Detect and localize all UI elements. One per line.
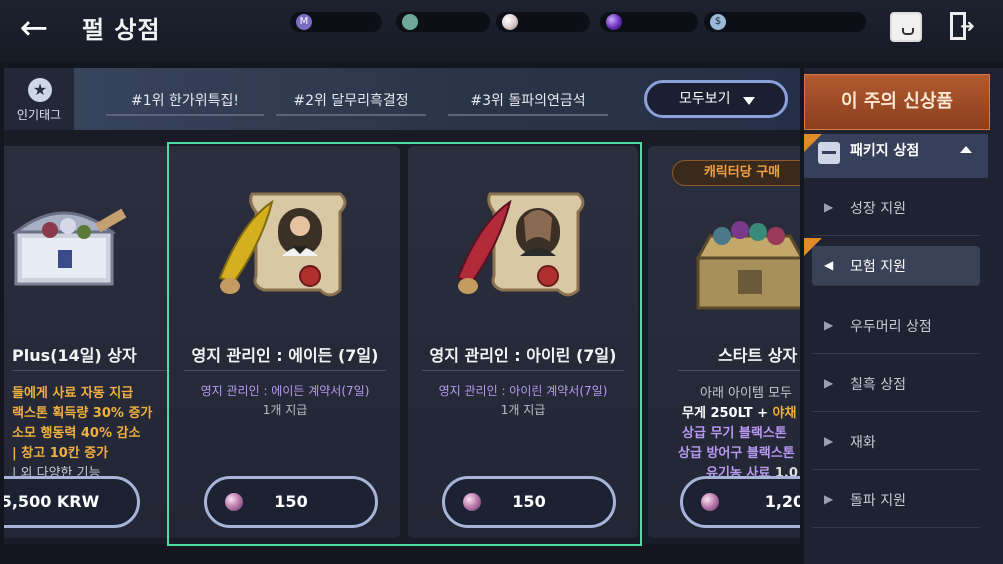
per-character-badge: 캐릭터당 구매: [672, 160, 800, 186]
product-qty: 1개 지급: [262, 403, 308, 417]
card-divider: [422, 370, 624, 371]
price-button[interactable]: 150: [442, 476, 616, 528]
product-item: 영지 관리인 : 아이린 계약서(7일): [438, 384, 608, 398]
price-label: 150: [512, 492, 546, 511]
popular-tag-panel: ★ 인기태그: [4, 68, 74, 130]
chevron-right-icon: ▶: [824, 434, 834, 448]
price-label: 5,500 KRW: [4, 492, 100, 511]
pearl-gem-icon: [701, 493, 719, 511]
back-arrow-icon[interactable]: ←: [12, 8, 56, 48]
sidebar-item-currency[interactable]: ▶ 재화: [812, 414, 980, 470]
product-name: 영지 관리인 : 아이린 (7일): [429, 346, 617, 365]
treasure-chest-art: [11, 208, 127, 286]
sidebar-item-label: 칠흑 상점: [850, 377, 906, 393]
chevron-left-icon: ◀: [824, 258, 834, 272]
sidebar-item-adventure[interactable]: ◀ 모험 지원: [812, 246, 980, 286]
currency-slot-green-gem: [396, 12, 490, 32]
view-all-label: 모두보기: [679, 91, 731, 107]
purple-gem-icon: [606, 14, 622, 30]
contract-scroll-art: [218, 192, 347, 297]
sidebar-item-label: 모험 지원: [850, 259, 906, 275]
product-card-irene[interactable]: 영지 관리인 : 아이린 (7일) 영지 관리인 : 아이린 계약서(7일) 1…: [408, 146, 638, 538]
mailbox-icon[interactable]: [890, 12, 922, 42]
price-label: 150: [274, 492, 308, 511]
feature-line: 상급 무기 블랙스톤: [682, 426, 787, 441]
popular-tag-label: 인기태그: [16, 108, 62, 122]
feature-line: 무게 250LT + 야채: [682, 402, 796, 421]
feature-line: 아래 아이템 모두: [700, 386, 792, 401]
caret-down-icon: [743, 97, 755, 105]
feature-highlight: 야채: [772, 406, 797, 421]
feature-line: 상급 방어구 블랙스톤: [678, 446, 795, 461]
price-label: 1,200: [764, 492, 800, 511]
gem-chest-art: [695, 221, 800, 310]
feature-text: 무게 250LT +: [682, 406, 769, 421]
chevron-right-icon: ▶: [824, 492, 834, 506]
feature-line: | 창고 10칸 증가: [12, 446, 109, 461]
card-divider: [12, 370, 192, 371]
weekly-new-banner[interactable]: 이 주의 신상품: [804, 74, 990, 130]
chevron-right-icon: ▶: [824, 318, 834, 332]
view-all-button[interactable]: 모두보기: [644, 80, 788, 118]
star-icon: ★: [28, 78, 52, 102]
exit-arrow: ➜: [960, 16, 976, 37]
sidebar-item-black-shop[interactable]: ▶ 칠흑 상점: [812, 356, 980, 412]
product-name: 스타트 상자: [718, 346, 798, 365]
product-item: 영지 관리인 : 에이든 계약서(7일): [200, 384, 370, 398]
card-divider: [678, 370, 800, 371]
product-qty: 1개 지급: [500, 403, 546, 417]
tag-rank-3[interactable]: #3위 돌파의연금석: [448, 86, 608, 116]
sidebar-item-label: 돌파 지원: [850, 493, 906, 509]
pearl-icon: [502, 14, 518, 30]
sidebar-item-label: 성장 지원: [850, 201, 906, 217]
currency-slot-silver-coin: $: [704, 12, 866, 32]
price-button[interactable]: 1,200: [680, 476, 800, 528]
sidebar-item-label: 재화: [850, 435, 876, 451]
sidebar-item-breakthrough[interactable]: ▶ 돌파 지원: [812, 472, 980, 528]
page-title: 펄 상점: [82, 16, 161, 44]
feature-line: 들에게 사료 자동 지급: [12, 386, 134, 401]
m-coin-icon: M: [296, 14, 312, 30]
chevron-right-icon: ▶: [824, 376, 834, 390]
currency-slot-purple-gem: [600, 12, 698, 32]
tag-rank-2[interactable]: #2위 달무리흑결정: [276, 86, 426, 116]
pearl-gem-icon: [463, 493, 481, 511]
sidebar-item-growth[interactable]: ▶ 성장 지원: [812, 180, 980, 236]
exit-icon[interactable]: ➜: [946, 12, 978, 42]
contract-scroll-art: [456, 192, 585, 297]
feature-line: 랙스톤 획득량 30% 증가: [12, 406, 153, 421]
sidebar-item-boss-shop[interactable]: ▶ 우두머리 상점: [812, 298, 980, 354]
package-shop-header[interactable]: 패키지 상점: [804, 134, 988, 178]
product-name: 영지 관리인 : 에이든 (7일): [191, 346, 379, 365]
new-corner-badge: [804, 238, 822, 256]
price-button[interactable]: 150: [204, 476, 378, 528]
new-corner-badge: [804, 134, 822, 152]
package-shop-label: 패키지 상점: [850, 143, 920, 159]
product-carousel[interactable]: Plus(14일) 상자 들에게 사료 자동 지급 랙스톤 획득량 30% 증가…: [4, 130, 800, 544]
feature-line: 소모 행동력 40% 감소: [12, 426, 141, 441]
price-button[interactable]: 5,500 KRW: [4, 476, 140, 528]
caret-up-icon: [960, 146, 972, 153]
currency-slot-m-coin: M: [290, 12, 382, 32]
silver-coin-icon: $: [710, 14, 726, 30]
product-name: Plus(14일) 상자: [12, 346, 137, 365]
chevron-right-icon: ▶: [824, 200, 834, 214]
card-divider: [184, 370, 386, 371]
product-card-partial-right[interactable]: 캐릭터당 구매 스타트 상자 아래 아이템 모두 무게 250LT + 야채 상…: [648, 146, 800, 538]
green-gem-icon: [402, 14, 418, 30]
currency-slot-pearl: [496, 12, 590, 32]
tag-rank-1[interactable]: #1위 한가위특집!: [106, 86, 264, 116]
sidebar-item-label: 우두머리 상점: [850, 319, 932, 335]
product-card-aiden[interactable]: 영지 관리인 : 에이든 (7일) 영지 관리인 : 에이든 계약서(7일) 1…: [170, 146, 400, 538]
pearl-gem-icon: [225, 493, 243, 511]
